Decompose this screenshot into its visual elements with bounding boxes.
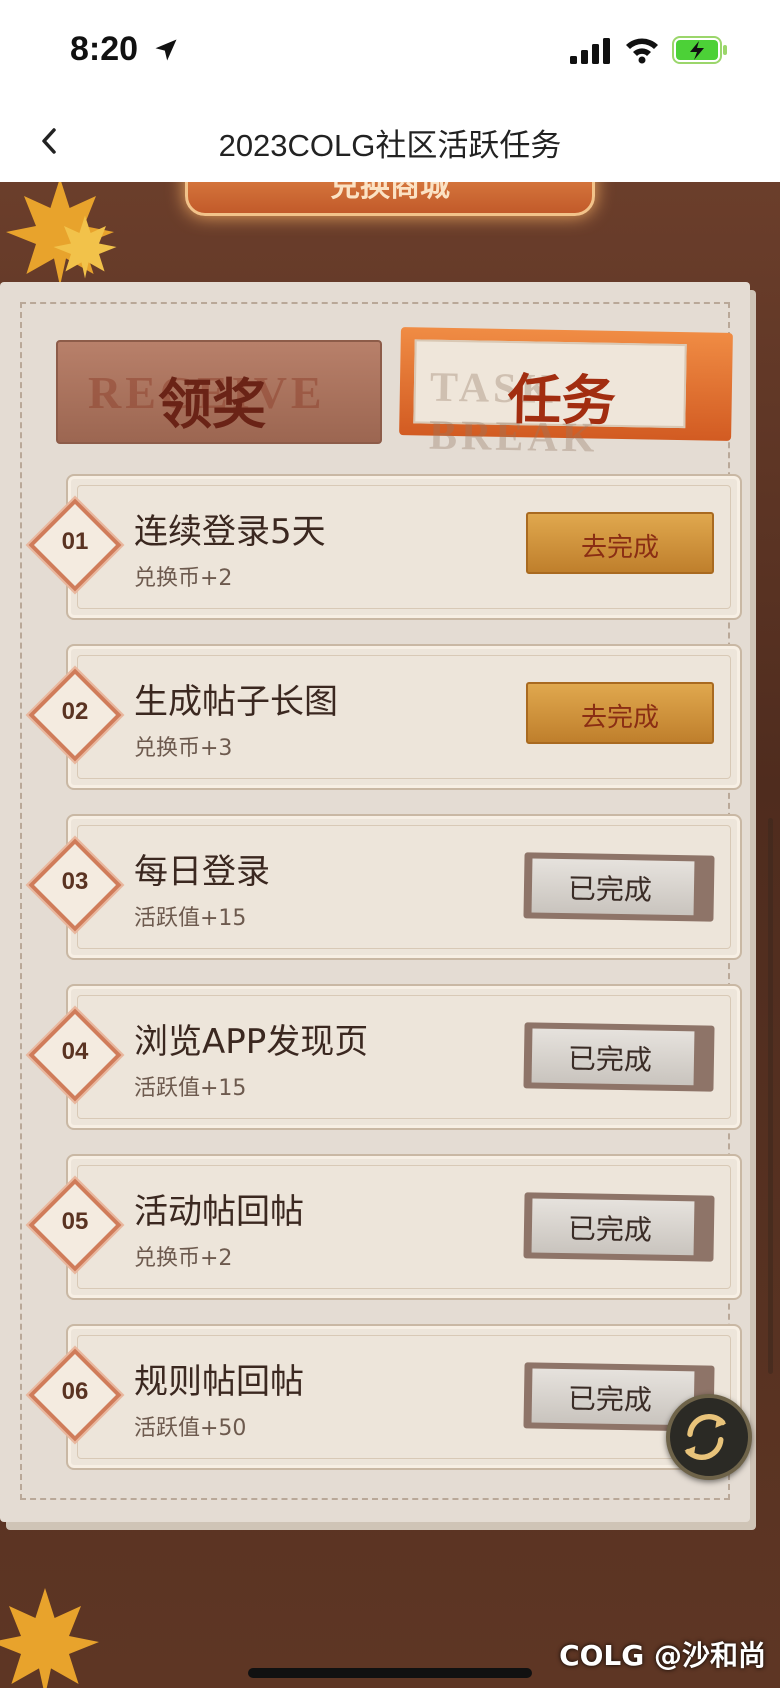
task-row: 02 生成帖子长图 兑换币+3 去完成 <box>25 644 742 790</box>
tab-task[interactable]: TASK BREAK 任务 <box>399 327 733 462</box>
signal-icon <box>570 38 610 64</box>
task-row: 05 活动帖回帖 兑换币+2 已完成 <box>25 1154 742 1300</box>
task-title: 规则帖回帖 <box>134 1362 304 1402</box>
status-bar: 8:20 <box>0 0 780 100</box>
completed-label: 已完成 <box>567 1042 653 1077</box>
completed-label: 已完成 <box>567 872 653 907</box>
go-complete-label: 去完成 <box>580 703 659 733</box>
scrollbar[interactable] <box>768 818 773 1374</box>
task-reward: 活跃值+15 <box>134 906 247 931</box>
task-title: 生成帖子长图 <box>134 682 338 722</box>
task-title: 每日登录 <box>134 852 270 892</box>
go-complete-label: 去完成 <box>580 533 659 563</box>
task-row: 06 规则帖回帖 活跃值+50 已完成 <box>25 1324 742 1470</box>
task-reward: 兑换币+3 <box>134 736 233 761</box>
tab-task-card: TASK BREAK 任务 <box>413 339 687 462</box>
tab-claim[interactable]: RECEIVE 领奖 <box>56 340 382 444</box>
task-number: 04 <box>61 1038 89 1065</box>
refresh-button[interactable] <box>666 1394 752 1480</box>
task-row: 04 浏览APP发现页 活跃值+15 已完成 <box>25 984 742 1130</box>
go-complete-button[interactable]: 去完成 <box>526 682 714 744</box>
completed-stamp: 已完成 <box>523 852 715 922</box>
tab-claim-label: 领奖 <box>158 372 266 436</box>
task-number: 02 <box>61 698 89 725</box>
task-row: 01 连续登录5天 兑换币+2 去完成 <box>25 474 742 620</box>
exchange-mall-label: 兑换商城 <box>330 182 450 204</box>
watermark: COLG @沙和尚 <box>559 1639 766 1672</box>
refresh-icon <box>684 1414 727 1460</box>
location-arrow-icon <box>155 39 177 61</box>
tab-task-label: 任务 <box>507 366 617 433</box>
task-reward: 兑换币+2 <box>134 1246 233 1271</box>
exchange-mall-button[interactable]: 兑换商城 <box>185 182 595 216</box>
task-row: 03 每日登录 活跃值+15 已完成 <box>25 814 742 960</box>
task-reward: 活跃值+15 <box>134 1076 247 1101</box>
task-title: 活动帖回帖 <box>134 1192 304 1232</box>
maple-leaf-icon <box>0 1588 99 1688</box>
nav-bar: 2023COLG社区活跃任务 <box>0 100 780 182</box>
task-title: 浏览APP发现页 <box>134 1022 369 1062</box>
home-indicator[interactable] <box>248 1668 532 1678</box>
task-number: 01 <box>61 528 89 555</box>
completed-stamp: 已完成 <box>523 1022 715 1092</box>
battery-charging-icon <box>672 36 727 64</box>
task-title: 连续登录5天 <box>134 512 326 552</box>
page-title: 2023COLG社区活跃任务 <box>218 128 562 163</box>
task-reward: 活跃值+50 <box>134 1416 247 1441</box>
status-time: 8:20 <box>70 30 139 68</box>
completed-stamp: 已完成 <box>523 1192 715 1262</box>
completed-label: 已完成 <box>567 1212 653 1247</box>
task-number: 06 <box>61 1378 89 1405</box>
task-number: 05 <box>61 1208 89 1235</box>
maple-leaf-icon <box>53 215 117 279</box>
go-complete-button[interactable]: 去完成 <box>526 512 714 574</box>
task-number: 03 <box>61 868 89 895</box>
wifi-icon <box>626 38 658 64</box>
task-reward: 兑换币+2 <box>134 566 233 591</box>
